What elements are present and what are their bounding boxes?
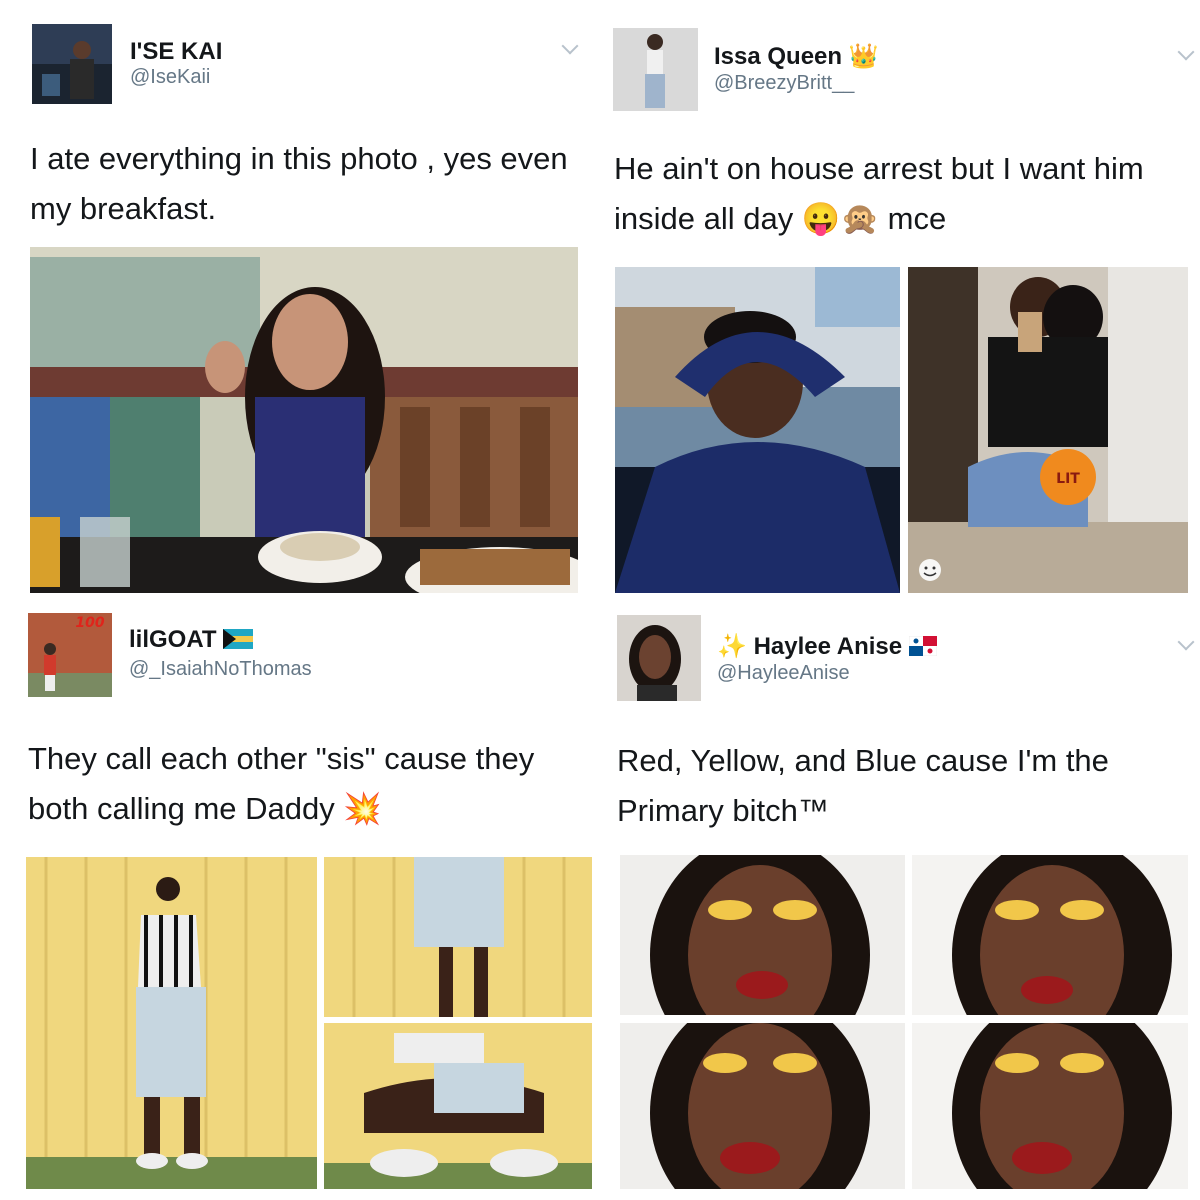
tweet-text-body: He ain't on house arrest but I want him … [614,151,1144,236]
lit-sticker: LIT [1056,471,1080,487]
display-name-text: Haylee Anise [753,633,903,660]
user-handle[interactable]: @BreezyBritt__ [714,72,854,95]
display-name-text: Issa Queen [714,43,843,70]
chevron-down-icon[interactable] [1177,633,1195,651]
crown-icon: 👑 [848,43,879,70]
tweet-text: Red, Yellow, and Blue cause I'm the Prim… [617,743,1109,828]
tweet-text: I ate everything in this photo , yes eve… [30,141,568,226]
tweet-photo[interactable]: LIT [908,267,1188,593]
avatar[interactable] [613,28,698,111]
tweet-text-suffix: mce [887,201,947,236]
display-name[interactable]: ✨ Haylee Anise [717,632,938,663]
sparkles-icon: ✨ [717,633,747,660]
avatar[interactable]: 100 [28,613,112,697]
collision-icon: 💥 [343,791,382,826]
user-handle[interactable]: @_IsaiahNoThomas [129,658,312,681]
avatar[interactable] [32,24,112,104]
tweet-photo[interactable] [912,855,1188,1015]
user-handle[interactable]: @IseKaii [130,66,210,89]
bahamas-flag-icon [223,628,254,656]
avatar[interactable] [617,615,701,701]
display-name[interactable]: Issa Queen 👑 [714,42,879,71]
chevron-down-icon[interactable] [561,37,579,55]
tweet-text-body: They call each other "sis" cause they bo… [28,741,535,826]
tweet-photo[interactable] [30,247,578,593]
tweet-text: He ain't on house arrest but I want him … [614,144,1194,244]
chevron-down-icon[interactable] [1177,43,1195,61]
tweet-photo[interactable] [615,267,900,593]
hundred-icon: 100 [75,615,104,631]
panama-flag-icon [908,635,938,663]
tweet-text: They call each other "sis" cause they bo… [28,734,578,834]
display-name[interactable]: I'SE KAI [130,38,222,66]
tweet-photo[interactable] [620,855,905,1015]
tweet-photo[interactable] [620,1023,905,1189]
display-name[interactable]: lilGOAT [129,626,254,656]
display-name-text: lilGOAT [129,626,217,653]
tweet-photo[interactable] [912,1023,1188,1189]
user-handle[interactable]: @HayleeAnise [717,662,850,685]
tweet-photo[interactable] [324,857,592,1017]
tweet-photo[interactable] [26,857,317,1189]
tweet-text-emoji: 😛🙊 [801,201,880,236]
tweet-photo[interactable] [324,1023,592,1189]
